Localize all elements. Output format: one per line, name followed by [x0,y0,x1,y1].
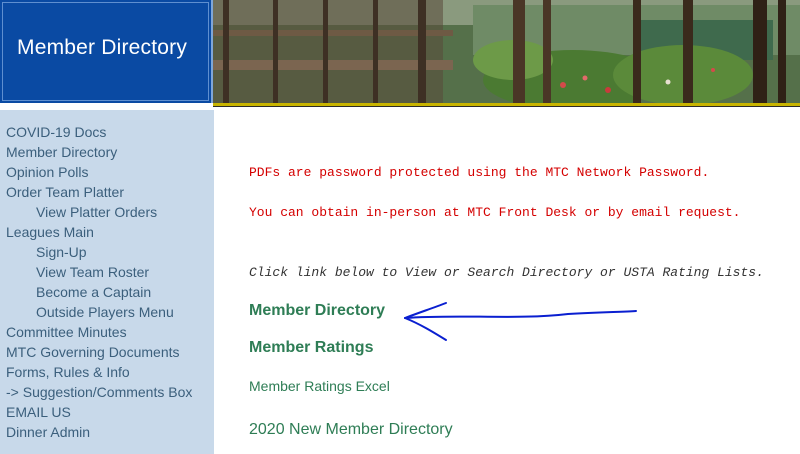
sidebar: COVID-19 Docs Member Directory Opinion P… [0,110,214,454]
sidebar-item-email-us[interactable]: EMAIL US [6,404,71,420]
member-directory-link[interactable]: Member Directory [249,302,385,320]
sidebar-item-dinner-admin[interactable]: Dinner Admin [6,424,90,440]
password-notice: PDFs are password protected using the MT… [249,165,710,180]
sidebar-item-view-platter-orders[interactable]: View Platter Orders [36,204,157,220]
header-photo [213,0,800,103]
title-box: Member Directory [0,0,213,103]
sidebar-item-governing-documents[interactable]: MTC Governing Documents [6,344,180,360]
instructions-text: Click link below to View or Search Direc… [249,265,764,280]
sidebar-item-leagues-main[interactable]: Leagues Main [6,224,94,240]
sidebar-item-view-team-roster[interactable]: View Team Roster [36,264,149,280]
sidebar-item-sign-up[interactable]: Sign-Up [36,244,87,260]
header-divider-line [213,106,800,107]
page-title: Member Directory [17,36,188,59]
sidebar-item-outside-players-menu[interactable]: Outside Players Menu [36,304,174,320]
sidebar-item-suggestion-box[interactable]: -> Suggestion/Comments Box [6,384,192,400]
sidebar-item-member-directory[interactable]: Member Directory [6,144,117,160]
sidebar-item-order-team-platter[interactable]: Order Team Platter [6,184,124,200]
main-content: PDFs are password protected using the MT… [214,110,800,454]
sidebar-item-become-a-captain[interactable]: Become a Captain [36,284,151,300]
sidebar-item-opinion-polls[interactable]: Opinion Polls [6,164,89,180]
new-member-directory-link[interactable]: 2020 New Member Directory [249,421,453,439]
sidebar-item-committee-minutes[interactable]: Committee Minutes [6,324,127,340]
access-notice: You can obtain in-person at MTC Front De… [249,205,741,220]
sidebar-item-forms-rules-info[interactable]: Forms, Rules & Info [6,364,130,380]
member-ratings-link[interactable]: Member Ratings [249,339,373,357]
annotation-arrow-icon [404,302,637,341]
page-header: Member Directory [0,0,800,103]
member-ratings-excel-link[interactable]: Member Ratings Excel [249,378,390,394]
sidebar-item-covid-docs[interactable]: COVID-19 Docs [6,124,106,140]
